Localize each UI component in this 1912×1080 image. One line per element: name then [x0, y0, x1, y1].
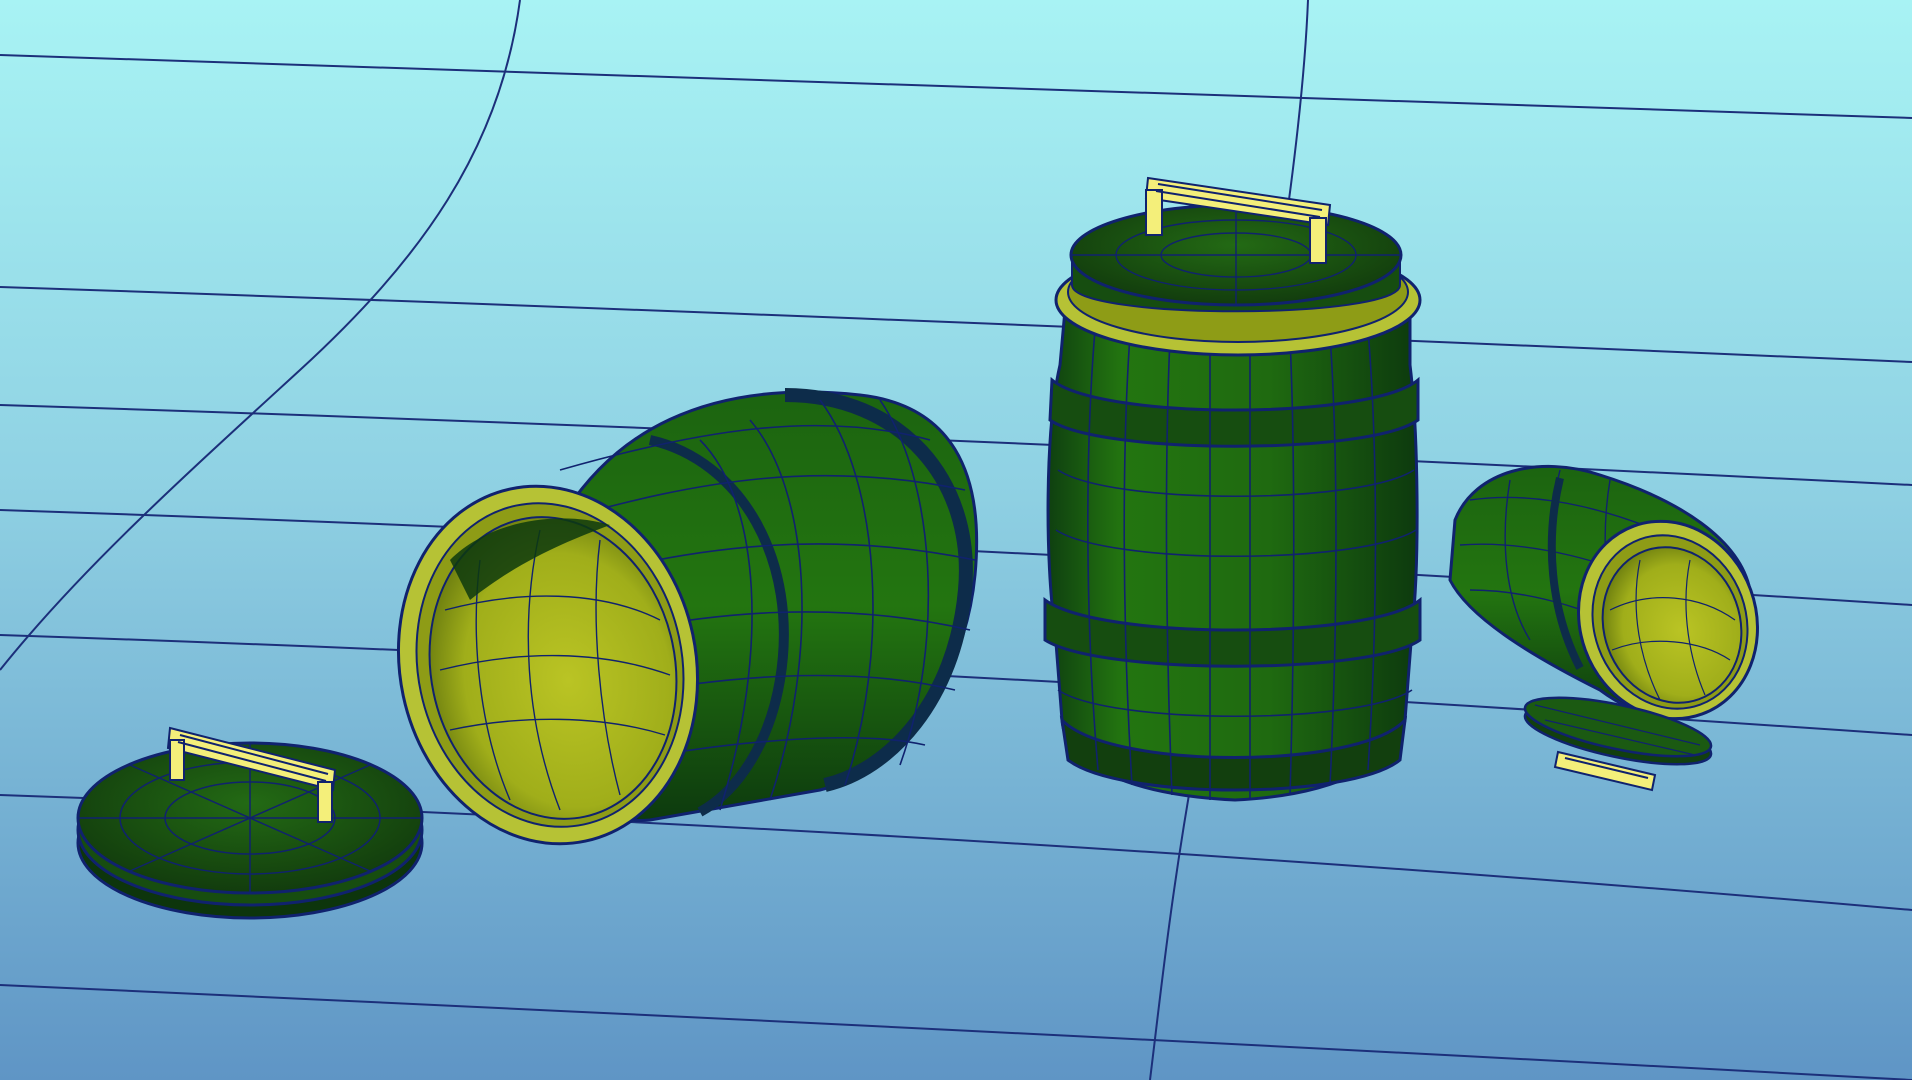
3d-viewport[interactable] [0, 0, 1912, 1080]
barrel-standing[interactable] [1043, 176, 1422, 802]
